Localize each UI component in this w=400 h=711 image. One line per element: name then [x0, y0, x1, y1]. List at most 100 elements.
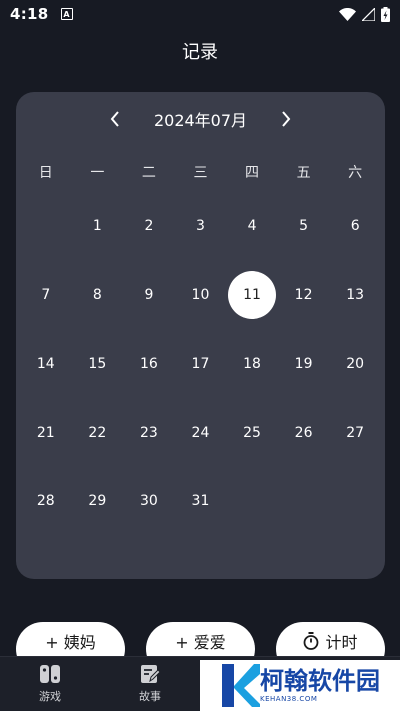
- calendar-day[interactable]: 24: [175, 409, 227, 457]
- calendar-day-number: 24: [191, 425, 210, 441]
- calendar-day-number: 18: [243, 356, 261, 372]
- calendar-day[interactable]: 18: [226, 340, 278, 388]
- calendar-day[interactable]: 20: [329, 340, 381, 388]
- add-period-label: + 姨妈: [45, 633, 96, 652]
- calendar-day-number: 20: [346, 356, 365, 372]
- month-label: 2024年07月: [153, 111, 248, 130]
- calendar-day[interactable]: 15: [72, 340, 124, 388]
- weekday-sat: 六: [348, 165, 363, 181]
- calendar-day-number: 8: [92, 287, 102, 303]
- calendar-day-number: 22: [88, 425, 107, 441]
- calendar-day-number: 21: [36, 425, 55, 441]
- calendar-day-empty: [278, 477, 330, 525]
- gamepad-icon: [40, 665, 60, 683]
- calendar-day-number: 26: [294, 425, 313, 441]
- calendar-day-empty: [20, 202, 72, 250]
- calendar-day-number: 10: [191, 287, 210, 303]
- weekday-wed: 三: [193, 165, 208, 181]
- calendar-day[interactable]: 7: [20, 271, 72, 319]
- nav-item-games[interactable]: 游戏: [0, 657, 100, 711]
- calendar-day[interactable]: 16: [123, 340, 175, 388]
- calendar-day-number: 4: [247, 218, 257, 234]
- calendar-day-number: 5: [299, 218, 309, 234]
- status-bar: 4:18 A: [0, 0, 400, 28]
- calendar-day[interactable]: 21: [20, 409, 72, 457]
- weekday-row: 日 一 二 三 四 五 六: [20, 162, 381, 181]
- calendar-day-number: 6: [350, 218, 360, 234]
- calendar-day-number: 25: [243, 425, 261, 441]
- calendar-day[interactable]: 17: [175, 340, 227, 388]
- nav-games-label: 游戏: [39, 690, 61, 703]
- status-icons: [339, 6, 390, 22]
- weekday-tue: 二: [141, 165, 156, 181]
- calendar-day[interactable]: 6: [329, 202, 381, 250]
- calendar-day[interactable]: 9: [123, 271, 175, 319]
- page-title: 记录: [182, 42, 218, 63]
- nav-stories-label: 故事: [139, 690, 161, 703]
- story-edit-icon: [141, 665, 160, 683]
- calendar-day[interactable]: 25: [226, 409, 278, 457]
- calendar-day[interactable]: 8: [72, 271, 124, 319]
- calendar-day-selected[interactable]: 11: [226, 271, 278, 319]
- calendar-day[interactable]: 22: [72, 409, 124, 457]
- calendar-day-number: 17: [191, 356, 210, 372]
- calendar-day[interactable]: 10: [175, 271, 227, 319]
- calendar-day-empty: [226, 477, 278, 525]
- signal-icon: [362, 7, 375, 21]
- notification-icon: A: [60, 8, 73, 20]
- chevron-right-icon: [282, 111, 291, 127]
- calendar-day-number: 16: [139, 356, 158, 372]
- next-month-button[interactable]: [275, 108, 297, 130]
- calendar-day[interactable]: 3: [175, 202, 227, 250]
- calendar-day[interactable]: 5: [278, 202, 330, 250]
- weekday-fri: 五: [296, 165, 311, 181]
- nav-item-stories[interactable]: 故事: [100, 657, 200, 711]
- calendar-card: 2024年07月 日 一 二 三 四 五 六 1 2 3 4 5 6 7 8 9 10 11 12 13…: [16, 92, 385, 579]
- prev-month-button[interactable]: [104, 108, 126, 130]
- calendar-day[interactable]: 23: [123, 409, 175, 457]
- calendar-day[interactable]: 4: [226, 202, 278, 250]
- calendar-week-row: 1 2 3 4 5 6: [20, 202, 381, 250]
- calendar-day-empty: [329, 477, 381, 525]
- calendar-day[interactable]: 1: [72, 202, 124, 250]
- timer-label: 计时: [325, 633, 358, 652]
- calendar-day[interactable]: 2: [123, 202, 175, 250]
- calendar-day[interactable]: 30: [123, 477, 175, 525]
- calendar-week-row: 28 29 30 31: [20, 477, 381, 525]
- calendar-week-row: 7 8 9 10 11 12 13: [20, 271, 381, 319]
- weekday-mon: 一: [90, 165, 105, 181]
- watermark: 柯翰软件园 KEHAN38.COM: [200, 660, 400, 711]
- chevron-left-icon: [110, 111, 119, 127]
- watermark-site: KEHAN38.COM: [260, 694, 318, 703]
- calendar-day[interactable]: 12: [278, 271, 330, 319]
- add-love-label: + 爱爱: [175, 633, 226, 652]
- calendar-day-number: 2: [144, 218, 154, 234]
- calendar-day-number: 30: [139, 493, 158, 509]
- calendar-day[interactable]: 26: [278, 409, 330, 457]
- calendar-day-number: 28: [36, 493, 55, 509]
- calendar-day[interactable]: 13: [329, 271, 381, 319]
- calendar-day[interactable]: 31: [175, 477, 227, 525]
- stopwatch-icon: [304, 632, 319, 650]
- calendar-day-number: 7: [41, 287, 51, 303]
- calendar-day[interactable]: 28: [20, 477, 72, 525]
- calendar-week-row: 21 22 23 24 25 26 27: [20, 409, 381, 457]
- calendar-day[interactable]: 27: [329, 409, 381, 457]
- calendar-day[interactable]: 29: [72, 477, 124, 525]
- calendar-header: 2024年07月: [16, 108, 385, 130]
- calendar-day-number: 13: [346, 287, 365, 303]
- weekday-sun: 日: [38, 165, 53, 181]
- calendar-day-number: 23: [139, 425, 158, 441]
- calendar-day-number: 1: [92, 218, 102, 234]
- calendar-day-number: 27: [346, 425, 365, 441]
- watermark-brand: 柯翰软件园: [260, 666, 380, 695]
- calendar-day-number: 15: [88, 356, 107, 372]
- weekday-thu: 四: [245, 165, 260, 181]
- calendar-day-number: 9: [144, 287, 154, 303]
- calendar-day-number: 12: [294, 287, 313, 303]
- calendar-day-number: 31: [191, 493, 210, 509]
- calendar-day-number: 29: [88, 493, 107, 509]
- calendar-day[interactable]: 14: [20, 340, 72, 388]
- calendar-day-number: 19: [294, 356, 313, 372]
- calendar-day[interactable]: 19: [278, 340, 330, 388]
